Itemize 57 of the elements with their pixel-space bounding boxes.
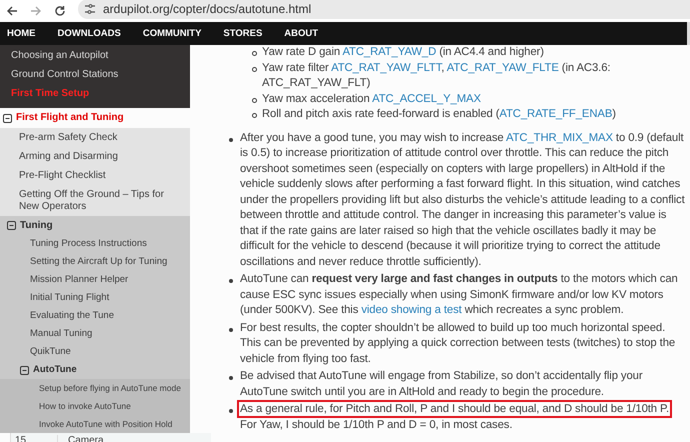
sidebar-item[interactable]: Pre-Flight Checklist bbox=[0, 166, 190, 185]
sidebar-item[interactable]: Tuning Process Instructions bbox=[0, 235, 190, 253]
doc-link[interactable]: video showing a test bbox=[361, 304, 462, 316]
list-item-text: For best results, the copter shouldn’t be allowed to build up too much horizontal speed. This can be prevented by applying a quick correction between tests (twitches) to stop the vehicle from flying too fast. bbox=[240, 320, 676, 366]
sidebar-item[interactable]: Tuning bbox=[0, 216, 190, 235]
list-item-text: Yaw max acceleration ATC_ACCEL_Y_MAX bbox=[262, 92, 482, 106]
nav-link[interactable]: HOME bbox=[7, 28, 36, 39]
sidebar-item[interactable]: Invoke AutoTune with Position Hold bbox=[0, 415, 190, 433]
sidebar-item[interactable]: Manual Tuning bbox=[0, 325, 190, 343]
sidebar-item[interactable]: Setting the Aircraft Up for Tuning bbox=[0, 253, 190, 271]
doc-link[interactable]: ATC_RAT_YAW_D bbox=[342, 46, 436, 58]
reload-icon[interactable] bbox=[54, 5, 66, 17]
doc-link[interactable]: ATC_THR_MIX_MAX bbox=[506, 132, 613, 144]
list-item-text: Roll and pitch axis rate feed-forward is enabled (ATC_RATE_FF_ENAB) bbox=[262, 107, 617, 122]
bullet-icon bbox=[252, 66, 257, 72]
sidebar-item[interactable]: Setup before flying in AutoTune mode bbox=[0, 379, 190, 397]
list-item-text: AutoTune can request very large and fast changes in outputs to the motors which can cause ESC sync issues especially when using SimonK firmware and/or low KV motors (under 500KV). See this video showing a test which recreates a sync problem. bbox=[240, 272, 679, 318]
site-info-icon[interactable] bbox=[84, 4, 96, 14]
sidebar-item[interactable]: First Time Setup bbox=[0, 85, 190, 104]
doc-link[interactable]: ATC_RAT_YAW_FLTT bbox=[331, 62, 442, 74]
doc-link[interactable]: ATC_RATE_FF_ENAB bbox=[499, 108, 612, 120]
bullet-icon bbox=[252, 51, 257, 56]
bullet-icon bbox=[252, 113, 257, 118]
collapse-icon[interactable] bbox=[20, 366, 29, 374]
doc-link[interactable]: ATC_ACCEL_Y_MAX bbox=[372, 92, 481, 104]
sidebar-item[interactable]: QuikTune bbox=[0, 343, 190, 361]
list-item-text: Be advised that AutoTune will engage from Stabilize, so don’t accidentally flip your AutoTune switch until you are in AltHold and ready to begin the procedure. bbox=[240, 369, 644, 400]
sidebar-item[interactable]: AutoTune bbox=[0, 361, 190, 379]
highlight-box: As a general rule, for Pitch and Roll, P and I should be equal, and D should be 1/10th P. bbox=[240, 403, 670, 415]
sidebar-item[interactable]: Pre-arm Safety Check bbox=[0, 128, 190, 147]
bullet-icon bbox=[229, 409, 233, 413]
bullet-icon bbox=[229, 328, 233, 332]
bullet-icon bbox=[252, 98, 257, 102]
nav-link[interactable]: STORES bbox=[223, 28, 262, 39]
bullet-icon bbox=[229, 376, 233, 380]
list-item-text: Yaw rate D gain ATC_RAT_YAW_D (in AC4.4 and higher) bbox=[262, 45, 545, 60]
sidebar-item[interactable]: Mission Planner Helper bbox=[0, 271, 190, 289]
sidebar-item[interactable]: Choosing an Autopilot bbox=[0, 47, 190, 66]
sidebar-item[interactable]: Arming and Disarming bbox=[0, 147, 190, 166]
address-bar[interactable]: ardupilot.org/copter/docs/autotune.html bbox=[78, 0, 690, 19]
collapse-icon[interactable] bbox=[7, 221, 16, 230]
back-icon[interactable] bbox=[6, 5, 18, 17]
sidebar-item[interactable]: Evaluating the Tune bbox=[0, 307, 190, 325]
doc-link[interactable]: ATC_RAT_YAW_FLTE bbox=[446, 62, 559, 74]
sidebar-item[interactable]: Initial Tuning Flight bbox=[0, 289, 190, 307]
collapse-icon[interactable] bbox=[3, 114, 12, 122]
sidebar-item[interactable]: How to invoke AutoTune bbox=[0, 397, 190, 415]
bullet-icon bbox=[229, 138, 233, 142]
list-item-text: Yaw rate filter ATC_RAT_YAW_FLTT, ATC_RAT_YAW_FLTE (in AC3.6: ATC_RAT_YAW_FLT) bbox=[262, 60, 612, 91]
sidebar-item[interactable]: Ground Control Stations bbox=[0, 66, 190, 85]
nav-link[interactable]: COMMUNITY bbox=[142, 28, 202, 39]
list-item-text: After you have a good tune, you may wish to increase ATC_THR_MIX_MAX to 0.9 (default is 0.5) to increase prioritization of attitude control over throttle. This can reduce the pitch overshoot sometimes seen (especially on copters with large propellers) in AltHold if the vehicle suddenly slows after performing a fast forward flight. In this situation, wind catches under the propellers providing lift but also disturbs the vehicle’s attitude leading to a conflict between throttle and attitude control. The danger in increasing this parameter’s value is that if the rate gains are later raised so high that the vehicle oscillates badly it may be difficult for the vehicle to descend (because it will prioritize trying to correct the attitude oscillations and never reduce throttle sufficiently). bbox=[240, 130, 686, 270]
bullet-icon bbox=[229, 279, 233, 283]
nav-link[interactable]: DOWNLOADS bbox=[58, 28, 121, 39]
nav-link[interactable]: ABOUT bbox=[284, 28, 318, 39]
list-item-text: As a general rule, for Pitch and Roll, P and I should be equal, and D should be 1/10th P. For Yaw, I should be 1/10th P and D = 0, in most cases. bbox=[240, 402, 686, 433]
sidebar-item[interactable]: Getting Off the Ground – Tips for New Operators bbox=[0, 185, 190, 216]
